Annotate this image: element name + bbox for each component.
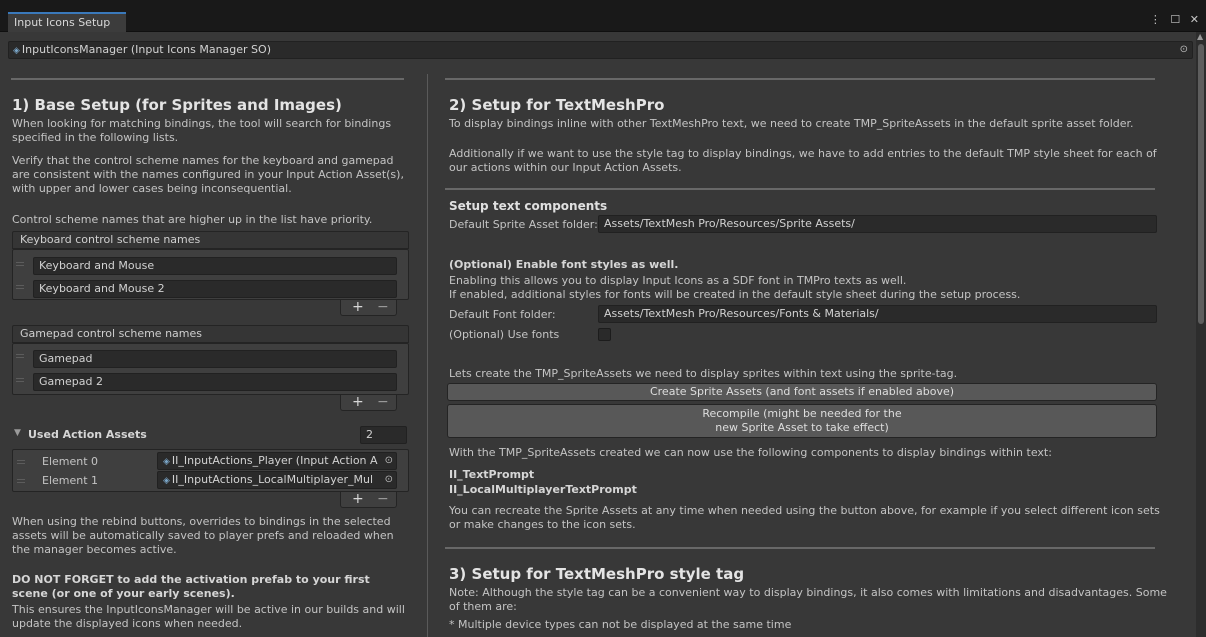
use-fonts-label: (Optional) Use fonts (449, 328, 560, 341)
tab-input-icons-setup[interactable]: Input Icons Setup (8, 12, 126, 32)
used-action-assets-count[interactable]: 2 (360, 426, 407, 444)
object-picker-icon[interactable]: ⊙ (385, 453, 393, 469)
drag-handle-icon[interactable] (16, 262, 24, 266)
keyboard-list-header: Keyboard control scheme names (12, 231, 409, 249)
tmp-setup-p2: Additionally if we want to use the style… (449, 147, 1157, 174)
gamepad-list-header: Gamepad control scheme names (12, 325, 409, 343)
style-tag-title: 3) Setup for TextMeshPro style tag (449, 565, 745, 583)
manager-object-value: InputIconsManager (Input Icons Manager S… (21, 43, 271, 56)
recompile-button[interactable]: Recompile (might be needed for the new S… (447, 404, 1157, 438)
element-0-object-field[interactable]: ◈ II_InputActions_Player (Input Action A … (157, 452, 397, 470)
remove-item-button[interactable]: − (377, 395, 389, 409)
keyboard-list-add-remove: + − (340, 300, 397, 316)
recompile-button-line1: Recompile (might be needed for the (702, 407, 902, 420)
optional-fonts-p2: If enabled, additional styles for fonts … (449, 288, 1021, 301)
manager-object-field[interactable]: ◈ InputIconsManager (Input Icons Manager … (8, 41, 1193, 59)
object-picker-icon[interactable]: ⊙ (385, 472, 393, 488)
input-action-asset-icon: ◈ (163, 476, 170, 486)
right-top-separator (445, 78, 1155, 80)
component-text-prompt: II_TextPrompt (449, 468, 535, 481)
tmp-setup-title: 2) Setup for TextMeshPro (449, 96, 665, 114)
base-setup-p3: Control scheme names that are higher up … (12, 213, 373, 226)
keyboard-scheme-field-0[interactable]: Keyboard and Mouse (33, 257, 397, 275)
drag-handle-icon[interactable] (17, 460, 25, 464)
add-item-button[interactable]: + (352, 300, 364, 314)
gamepad-list-add-remove: + − (340, 395, 397, 411)
scrollbar-thumb[interactable] (1198, 44, 1204, 324)
base-setup-p1: When looking for matching bindings, the … (12, 117, 392, 144)
gamepad-scheme-field-1[interactable]: Gamepad 2 (33, 373, 397, 391)
drag-handle-icon[interactable] (16, 285, 24, 289)
scroll-up-icon[interactable]: ▲ (1197, 32, 1203, 41)
element-0-value: II_InputActions_Player (Input Action A (171, 454, 378, 467)
separator (445, 547, 1155, 549)
use-fonts-checkbox[interactable] (598, 328, 611, 341)
left-top-separator (11, 78, 404, 80)
inspector-content: ◈ InputIconsManager (Input Icons Manager … (0, 32, 1196, 637)
element-1-value: II_InputActions_LocalMultiplayer_Mul (171, 473, 374, 486)
window-controls[interactable]: ⋮ ☐ ✕ (1150, 13, 1202, 26)
create-sprite-assets-button[interactable]: Create Sprite Assets (and font assets if… (447, 383, 1157, 401)
title-strip (0, 0, 1206, 10)
create-assets-intro: Lets create the TMP_SpriteAssets we need… (449, 367, 958, 380)
base-setup-p2: Verify that the control scheme names for… (12, 154, 404, 195)
input-action-asset-icon: ◈ (163, 457, 170, 467)
keyboard-scheme-field-1[interactable]: Keyboard and Mouse 2 (33, 280, 397, 298)
tab-bar: Input Icons Setup ⋮ ☐ ✕ (0, 10, 1206, 32)
used-action-assets-label[interactable]: Used Action Assets (28, 428, 147, 442)
vertical-scrollbar[interactable]: ▲ (1196, 32, 1206, 637)
gamepad-scheme-field-0[interactable]: Gamepad (33, 350, 397, 368)
separator (445, 188, 1155, 190)
assets-list-add-remove: + − (340, 492, 397, 508)
drag-handle-icon[interactable] (16, 354, 24, 358)
activation-prefab-warning: DO NOT FORGET to add the activation pref… (12, 573, 370, 600)
remove-item-button[interactable]: − (377, 492, 389, 506)
tmp-setup-p1: To display bindings inline with other Te… (449, 117, 1134, 130)
sprite-folder-label: Default Sprite Asset folder: (449, 218, 598, 231)
element-0-label: Element 0 (42, 455, 99, 468)
drag-handle-icon[interactable] (17, 479, 25, 483)
element-1-object-field[interactable]: ◈ II_InputActions_LocalMultiplayer_Mul ⊙ (157, 471, 397, 489)
drag-handle-icon[interactable] (16, 378, 24, 382)
style-tag-note: Note: Although the style tag can be a co… (449, 586, 1167, 613)
add-item-button[interactable]: + (352, 395, 364, 409)
scriptable-object-icon: ◈ (13, 46, 20, 56)
sprite-folder-field[interactable]: Assets/TextMesh Pro/Resources/Sprite Ass… (598, 215, 1157, 233)
style-tag-limitation-1: * Multiple device types can not be displ… (449, 618, 792, 631)
optional-fonts-p1: Enabling this allows you to display Inpu… (449, 274, 907, 287)
remove-item-button[interactable]: − (377, 300, 389, 314)
optional-fonts-heading: (Optional) Enable font styles as well. (449, 258, 679, 271)
element-1-label: Element 1 (42, 474, 99, 487)
rebind-note: When using the rebind buttons, overrides… (12, 515, 394, 556)
font-folder-label: Default Font folder: (449, 308, 556, 321)
base-setup-title: 1) Base Setup (for Sprites and Images) (12, 96, 342, 114)
components-intro: With the TMP_SpriteAssets created we can… (449, 446, 1052, 459)
font-folder-field[interactable]: Assets/TextMesh Pro/Resources/Fonts & Ma… (598, 305, 1157, 323)
component-local-multiplayer-text-prompt: II_LocalMultiplayerTextPrompt (449, 483, 637, 496)
recompile-button-line2: new Sprite Asset to take effect) (715, 421, 889, 434)
recreate-assets-note: You can recreate the Sprite Assets at an… (449, 504, 1160, 531)
column-divider (427, 74, 428, 637)
setup-text-components-heading: Setup text components (449, 199, 608, 213)
object-picker-icon[interactable]: ⊙ (1180, 42, 1188, 58)
activation-prefab-note: This ensures the InputIconsManager will … (12, 603, 405, 630)
add-item-button[interactable]: + (352, 492, 364, 506)
foldout-arrow-icon[interactable]: ▼ (14, 428, 21, 438)
